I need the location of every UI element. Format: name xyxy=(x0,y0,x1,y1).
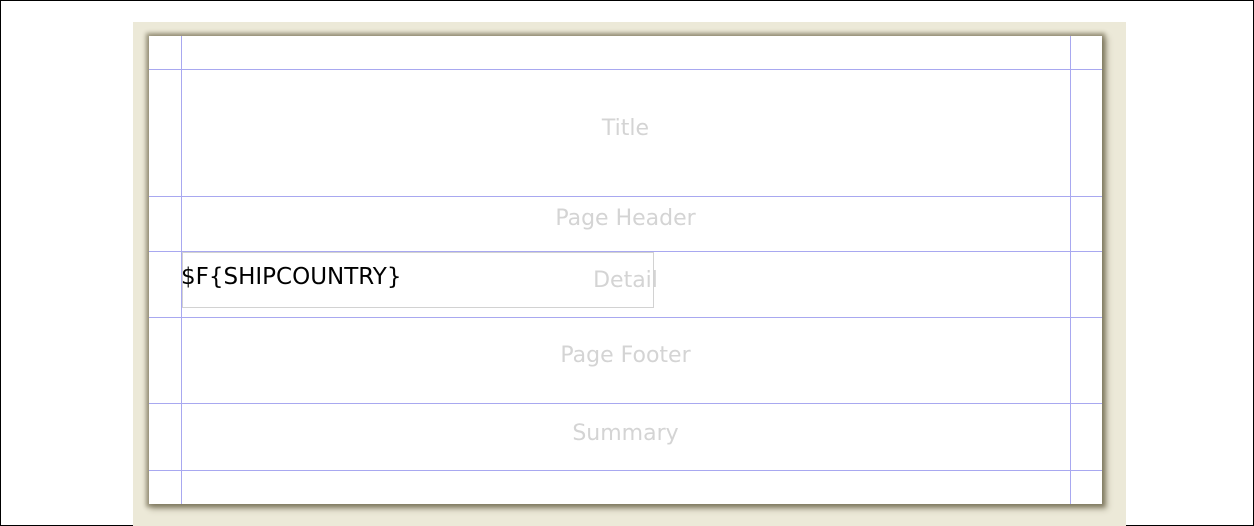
top-margin-line xyxy=(149,69,1102,70)
summary-band-bottom-line[interactable] xyxy=(149,470,1102,471)
detail-band-bottom-line[interactable] xyxy=(149,317,1102,318)
title-band-bottom-line[interactable] xyxy=(149,196,1102,197)
band-label-title: Title xyxy=(601,116,650,141)
band-label-page-footer: Page Footer xyxy=(560,343,691,368)
band-label-summary: Summary xyxy=(572,421,679,446)
band-label-page-header: Page Header xyxy=(555,206,696,231)
shipcountry-field-expression[interactable]: $F{SHIPCOUNTRY} xyxy=(181,262,402,292)
page-footer-band-bottom-line[interactable] xyxy=(149,403,1102,404)
